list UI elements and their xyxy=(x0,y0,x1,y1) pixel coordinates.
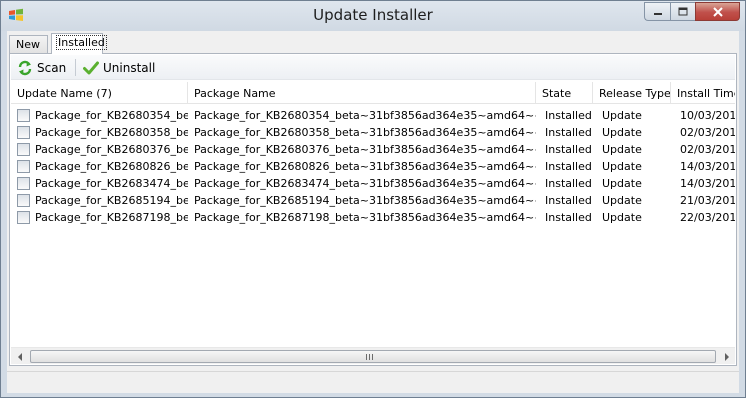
arrow-left-icon xyxy=(17,352,22,361)
update-name-cell: Package_for_KB2685194_beta xyxy=(35,193,188,207)
row-checkbox[interactable] xyxy=(17,125,30,139)
install-time-cell: 14/03/2012 xyxy=(680,159,735,173)
close-icon xyxy=(712,6,723,17)
package-name-cell: Package_for_KB2680358_beta~31bf3856ad364… xyxy=(194,125,536,139)
tab-installed-label: Installed xyxy=(56,35,107,50)
refresh-icon xyxy=(18,60,32,75)
release-type-cell: Update xyxy=(602,176,642,190)
grip-icon xyxy=(366,354,374,360)
row-checkbox[interactable] xyxy=(17,159,30,173)
install-time-cell: 22/03/2012 xyxy=(680,210,735,224)
toolbar: Scan Uninstall xyxy=(11,55,735,80)
row-checkbox[interactable] xyxy=(17,142,30,156)
horizontal-scrollbar[interactable] xyxy=(11,347,735,364)
app-window: Update Installer New Installed Scan Unin… xyxy=(0,0,746,398)
row-checkbox[interactable] xyxy=(17,108,30,122)
scroll-left-button[interactable] xyxy=(11,348,28,365)
maximize-button[interactable] xyxy=(670,2,695,21)
scroll-thumb[interactable] xyxy=(30,350,716,363)
table-row[interactable]: Package_for_KB2683474_beta Package_for_K… xyxy=(11,174,735,191)
row-checkbox[interactable] xyxy=(17,176,30,190)
table-row[interactable]: Package_for_KB2680826_beta Package_for_K… xyxy=(11,157,735,174)
update-name-cell: Package_for_KB2680826_beta xyxy=(35,159,188,173)
status-bar xyxy=(7,371,739,393)
column-header-state[interactable]: State xyxy=(536,82,593,104)
scan-button[interactable]: Scan xyxy=(17,58,66,77)
package-name-cell: Package_for_KB2680354_beta~31bf3856ad364… xyxy=(194,108,536,122)
table-row[interactable]: Package_for_KB2685194_beta Package_for_K… xyxy=(11,191,735,208)
close-button[interactable] xyxy=(695,2,740,21)
title-bar[interactable]: Update Installer xyxy=(1,1,745,31)
update-name-cell: Package_for_KB2680376_beta xyxy=(35,142,188,156)
state-cell: Installed xyxy=(545,125,592,139)
window-title: Update Installer xyxy=(313,6,433,24)
release-type-cell: Update xyxy=(602,193,642,207)
maximize-icon xyxy=(678,7,688,16)
state-cell: Installed xyxy=(545,193,592,207)
package-name-cell: Package_for_KB2685194_beta~31bf3856ad364… xyxy=(194,193,536,207)
checkmark-icon xyxy=(83,61,99,74)
install-time-cell: 02/03/2012 xyxy=(680,142,735,156)
caption-buttons xyxy=(644,2,740,22)
release-type-cell: Update xyxy=(602,125,642,139)
tab-strip: New Installed xyxy=(7,31,739,54)
install-time-cell: 02/03/2012 xyxy=(680,125,735,139)
update-name-cell: Package_for_KB2683474_beta xyxy=(35,176,188,190)
table-row[interactable]: Package_for_KB2680358_beta Package_for_K… xyxy=(11,123,735,140)
table-row[interactable]: Package_for_KB2680376_beta Package_for_K… xyxy=(11,140,735,157)
column-header-install-time[interactable]: Install Time xyxy=(671,82,735,104)
scan-label: Scan xyxy=(37,60,67,75)
state-cell: Installed xyxy=(545,210,592,224)
tab-new[interactable]: New xyxy=(9,35,48,53)
client-area: New Installed Scan Uninstall Update Name… xyxy=(7,31,739,393)
row-checkbox[interactable] xyxy=(17,210,30,224)
update-name-cell: Package_for_KB2680354_beta xyxy=(35,108,188,122)
toolbar-separator xyxy=(75,59,76,76)
arrow-right-icon xyxy=(724,352,729,361)
tab-new-label: New xyxy=(16,38,40,51)
install-time-cell: 21/03/2012 xyxy=(680,193,735,207)
table-row[interactable]: Package_for_KB2687198_beta Package_for_K… xyxy=(11,208,735,225)
package-name-cell: Package_for_KB2680376_beta~31bf3856ad364… xyxy=(194,142,536,156)
update-name-cell: Package_for_KB2680358_beta xyxy=(35,125,188,139)
column-header-update-name[interactable]: Update Name (7) xyxy=(11,82,188,104)
installed-updates-list[interactable]: Update Name (7) Package Name State Relea… xyxy=(11,82,735,346)
install-time-cell: 14/03/2012 xyxy=(680,176,735,190)
package-name-cell: Package_for_KB2687198_beta~31bf3856ad364… xyxy=(194,210,536,224)
column-header-package-name[interactable]: Package Name xyxy=(188,82,536,104)
release-type-cell: Update xyxy=(602,142,642,156)
state-cell: Installed xyxy=(545,108,592,122)
package-name-cell: Package_for_KB2683474_beta~31bf3856ad364… xyxy=(194,176,536,190)
release-type-cell: Update xyxy=(602,159,642,173)
release-type-cell: Update xyxy=(602,210,642,224)
minimize-button[interactable] xyxy=(644,2,670,21)
column-header-release-type[interactable]: Release Type xyxy=(593,82,671,104)
table-header: Update Name (7) Package Name State Relea… xyxy=(11,82,735,104)
uninstall-button[interactable]: Uninstall xyxy=(83,58,155,77)
minimize-icon xyxy=(653,12,662,15)
state-cell: Installed xyxy=(545,176,592,190)
table-row[interactable]: Package_for_KB2680354_beta Package_for_K… xyxy=(11,106,735,123)
install-time-cell: 10/03/2012 xyxy=(680,108,735,122)
package-name-cell: Package_for_KB2680826_beta~31bf3856ad364… xyxy=(194,159,536,173)
uninstall-label: Uninstall xyxy=(103,60,156,75)
table-body: Package_for_KB2680354_beta Package_for_K… xyxy=(11,106,735,225)
installed-panel: Scan Uninstall Update Name (7) Package N… xyxy=(9,53,737,366)
scroll-right-button[interactable] xyxy=(718,348,735,365)
release-type-cell: Update xyxy=(602,108,642,122)
update-name-cell: Package_for_KB2687198_beta xyxy=(35,210,188,224)
row-checkbox[interactable] xyxy=(17,193,30,207)
state-cell: Installed xyxy=(545,142,592,156)
state-cell: Installed xyxy=(545,159,592,173)
tab-installed[interactable]: Installed xyxy=(51,33,107,54)
